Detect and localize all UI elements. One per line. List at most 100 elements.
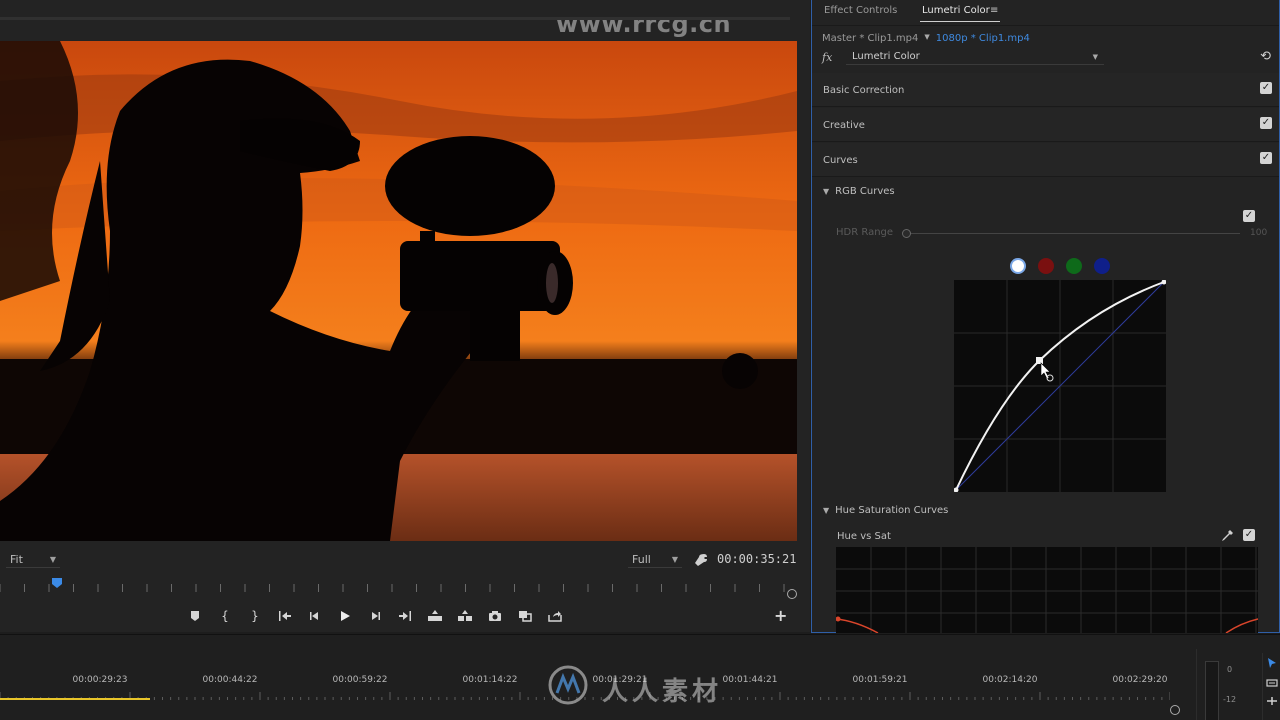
hue-vs-sat-graph[interactable] [836, 547, 1258, 633]
timeline-timecode: 00:00:29:23 [72, 675, 128, 685]
blue-channel-button[interactable] [1094, 258, 1110, 274]
lift-icon [428, 610, 442, 621]
green-channel-button[interactable] [1066, 258, 1082, 274]
timeline-timecode: 00:01:44:21 [722, 675, 778, 685]
zoom-level-value: Fit [10, 553, 23, 566]
tab-effect-controls[interactable]: Effect Controls [824, 5, 897, 16]
section-curves[interactable]: Curves ✓ [812, 143, 1279, 177]
meter-scale-label: -12 [1223, 695, 1237, 704]
audio-meter-bar [1205, 661, 1219, 720]
share-icon [548, 611, 562, 622]
section-label: Basic Correction [823, 85, 905, 96]
transport-controls: { } [180, 605, 570, 627]
playback-resolution-value: Full [632, 553, 651, 566]
hue-curve[interactable] [836, 618, 879, 633]
reset-effect-icon[interactable]: ⟲ [1260, 49, 1271, 64]
timeline-timecodes: 00:00:29:23 00:00:44:22 00:00:59:22 00:0… [0, 675, 1195, 689]
share-button[interactable] [540, 605, 570, 627]
lumetri-color-panel: Effect Controls Lumetri Color ≡ Master *… [811, 0, 1280, 633]
go-to-in-button[interactable] [270, 605, 300, 627]
video-frame[interactable] [0, 41, 797, 541]
section-creative[interactable]: Creative ✓ [812, 108, 1279, 142]
hdr-range-value: 100 [1250, 228, 1268, 238]
timeline-timecode: 00:00:44:22 [202, 675, 258, 685]
chevron-down-icon: ▼ [49, 555, 56, 564]
hue-curve[interactable] [1225, 618, 1258, 633]
monitor-time-ruler[interactable] [0, 576, 797, 594]
selection-tool-icon[interactable] [1266, 657, 1278, 669]
sunset-silhouette-image [0, 41, 797, 541]
hue-saturation-curves-header[interactable]: ▼ Hue Saturation Curves [823, 505, 948, 516]
work-area-bar[interactable] [0, 698, 150, 700]
track-select-tool-icon[interactable] [1266, 677, 1278, 689]
hdr-range-slider[interactable] [906, 233, 1240, 234]
step-back-button[interactable] [300, 605, 330, 627]
marker-icon [191, 611, 199, 621]
export-frame-button[interactable] [480, 605, 510, 627]
panel-menu-icon[interactable]: ≡ [990, 5, 998, 16]
master-clip-label[interactable]: Master * Clip1.mp4 [822, 33, 918, 44]
hue-vs-sat-checkbox[interactable]: ✓ [1243, 529, 1255, 541]
chevron-down-icon: ▼ [823, 187, 830, 196]
hue-vs-sat-label: Hue vs Sat [837, 531, 891, 542]
hdr-range-slider-handle[interactable] [902, 229, 911, 238]
step-forward-button[interactable] [360, 605, 390, 627]
chevron-down-icon[interactable]: ▼ [924, 33, 929, 44]
go-to-out-button[interactable] [390, 605, 420, 627]
program-monitor: www.rrcg.cn Fit ▼ Full ▼ 00:00:35:21 {}… [0, 0, 810, 632]
zoom-level-select[interactable]: Fit ▼ [6, 552, 60, 568]
extract-button[interactable] [450, 605, 480, 627]
play-button[interactable] [330, 605, 360, 627]
mark-in-button[interactable]: { [210, 605, 240, 627]
playback-resolution-select[interactable]: Full ▼ [628, 552, 682, 568]
luma-channel-button[interactable] [1010, 258, 1026, 274]
rgb-curve-graph[interactable] [953, 279, 1167, 493]
monitor-scrub-bar[interactable] [0, 17, 790, 20]
add-marker-button[interactable] [180, 605, 210, 627]
timeline-timecode: 00:02:14:20 [982, 675, 1038, 685]
ripple-edit-tool-icon[interactable] [1266, 695, 1278, 707]
hue-vs-sat-canvas[interactable] [836, 547, 1258, 633]
timeline-zoom-handle-icon[interactable] [1170, 705, 1180, 715]
effect-select[interactable]: Lumetri Color ▼ [846, 49, 1104, 65]
go-to-out-icon [399, 611, 411, 621]
camera-icon [489, 611, 501, 621]
fx-icon[interactable]: fx [822, 51, 846, 64]
step-back-icon [310, 612, 318, 620]
button-editor-plus-button[interactable]: + [774, 606, 787, 625]
hue-curve-point[interactable] [836, 616, 841, 622]
sequence-clip-label[interactable]: 1080p * Clip1.mp4 [936, 33, 1030, 44]
basic-correction-checkbox[interactable]: ✓ [1260, 82, 1272, 94]
rrcg-logo-icon [548, 665, 588, 705]
curve-channel-selector [1010, 258, 1110, 274]
wrench-icon[interactable] [694, 553, 708, 567]
go-to-in-icon [279, 611, 291, 621]
chevron-down-icon: ▼ [1092, 52, 1098, 61]
hdr-range-label: HDR Range [836, 227, 894, 238]
comparison-view-button[interactable] [510, 605, 540, 627]
zoom-handle-icon[interactable] [787, 589, 797, 599]
lift-button[interactable] [420, 605, 450, 627]
mark-out-button[interactable]: } [240, 605, 270, 627]
rgb-curves-header[interactable]: ▼ RGB Curves [823, 186, 895, 197]
chevron-down-icon: ▼ [823, 506, 830, 515]
section-basic-correction[interactable]: Basic Correction ✓ [812, 73, 1279, 107]
rgb-curve-canvas[interactable] [953, 279, 1167, 493]
mouse-cursor-icon [1040, 362, 1054, 382]
red-channel-button[interactable] [1038, 258, 1054, 274]
curves-checkbox[interactable]: ✓ [1260, 152, 1272, 164]
rgb-curves-checkbox[interactable]: ✓ [1243, 210, 1255, 222]
comparison-view-icon [519, 611, 532, 622]
creative-checkbox[interactable]: ✓ [1260, 117, 1272, 129]
fx-row: fx Lumetri Color ▼ ⟲ [822, 48, 1271, 66]
meter-scale-label: 0 [1227, 665, 1233, 674]
tab-lumetri-color[interactable]: Lumetri Color [922, 5, 990, 16]
playhead-timecode[interactable]: 00:00:35:21 [717, 552, 796, 566]
active-tab-indicator [920, 21, 1000, 22]
clip-selector: Master * Clip1.mp4 ▼ 1080p * Clip1.mp4 [822, 33, 1030, 44]
timeline-timecode: 00:02:29:20 [1112, 675, 1168, 685]
curve-control-point[interactable] [1036, 357, 1043, 364]
section-label: Curves [823, 155, 858, 166]
eyedropper-icon[interactable] [1220, 529, 1234, 543]
watermark-url: www.rrcg.cn [556, 10, 732, 38]
